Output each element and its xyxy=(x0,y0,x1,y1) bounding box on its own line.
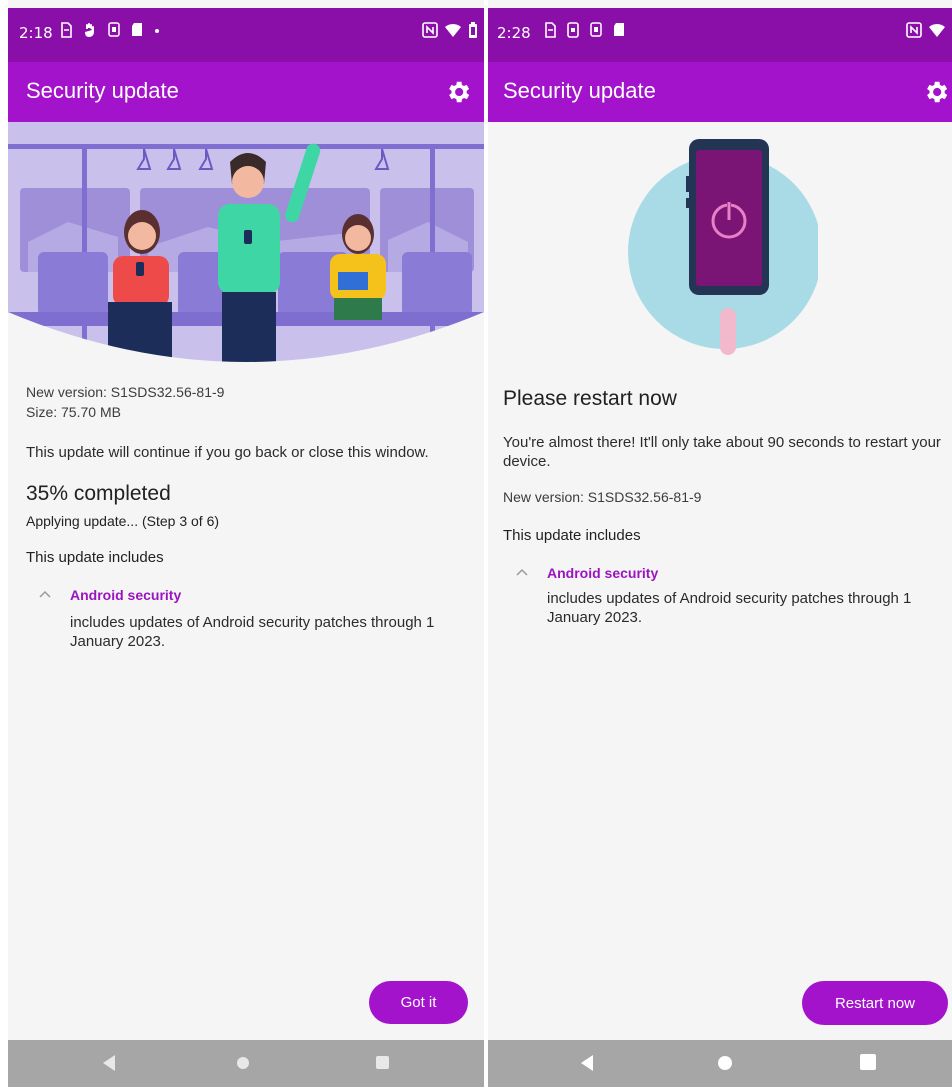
includes-heading: This update includes xyxy=(503,527,641,544)
android-security-title[interactable]: Android security xyxy=(547,565,658,581)
commuters-on-train-illustration xyxy=(8,122,484,366)
status-bar: 2:18 xyxy=(8,8,484,62)
continue-notice: This update will continue if you go back… xyxy=(26,444,429,461)
back-icon[interactable] xyxy=(100,1053,118,1073)
gear-icon[interactable] xyxy=(922,78,950,106)
chevron-up-icon[interactable] xyxy=(38,589,52,599)
nfc-icon xyxy=(422,22,438,38)
sim-icon xyxy=(545,22,556,38)
version-text: New version: S1SDS32.56-81-9 xyxy=(26,384,225,400)
restart-heading: Please restart now xyxy=(503,387,677,410)
phone-icon xyxy=(567,22,579,38)
gear-icon[interactable] xyxy=(444,78,472,106)
chevron-up-icon[interactable] xyxy=(515,567,529,577)
sim-card-icon xyxy=(590,22,602,37)
recents-icon[interactable] xyxy=(860,1054,876,1070)
version-text: New version: S1SDS32.56-81-9 xyxy=(503,489,702,505)
app-bar-title: Security update xyxy=(503,78,656,103)
progress-step: Applying update... (Step 3 of 6) xyxy=(26,513,220,529)
app-bar: Security update xyxy=(8,62,484,122)
notification-icons xyxy=(60,22,160,38)
update-progress-screen: 2:18 Security update New version: S1SDS3… xyxy=(8,0,484,1087)
wifi-icon xyxy=(445,23,461,37)
nav-bar xyxy=(488,1040,952,1087)
nfc-icon xyxy=(906,22,922,38)
restart-message: You're almost there! It'll only take abo… xyxy=(503,434,941,470)
status-bar: 2:28 xyxy=(488,8,952,62)
size-text: Size: 75.70 MB xyxy=(26,404,121,420)
got-it-button[interactable]: Got it xyxy=(369,981,468,1024)
dot-icon xyxy=(155,29,159,33)
android-security-description: includes updates of Android security pat… xyxy=(70,614,435,650)
sim-icon xyxy=(61,22,72,38)
app-bar-title: Security update xyxy=(26,78,179,103)
back-icon[interactable] xyxy=(578,1053,596,1073)
phone-power-illustration xyxy=(628,139,818,355)
sd-card-icon xyxy=(132,23,142,36)
nav-bar xyxy=(8,1040,484,1087)
progress-percent: 35% completed xyxy=(26,482,171,505)
includes-heading: This update includes xyxy=(26,549,164,566)
wifi-icon xyxy=(929,23,945,37)
android-security-title[interactable]: Android security xyxy=(70,587,181,603)
sd-card-icon xyxy=(614,23,624,36)
notification-icons xyxy=(544,22,625,38)
system-icons xyxy=(422,22,478,38)
restart-now-button[interactable]: Restart now xyxy=(802,981,948,1025)
restart-screen: 2:28 Security update Please restart now xyxy=(488,0,952,1087)
system-icons xyxy=(906,22,952,38)
hand-icon xyxy=(85,23,94,37)
status-time: 2:18 xyxy=(19,24,53,42)
home-icon[interactable] xyxy=(718,1056,732,1070)
sim-card-icon xyxy=(108,22,120,37)
app-bar: Security update xyxy=(488,62,952,122)
home-icon[interactable] xyxy=(236,1056,250,1070)
android-security-description: includes updates of Android security pat… xyxy=(547,590,912,626)
status-time: 2:28 xyxy=(497,24,531,42)
recents-icon[interactable] xyxy=(375,1055,390,1070)
battery-icon xyxy=(469,22,477,38)
